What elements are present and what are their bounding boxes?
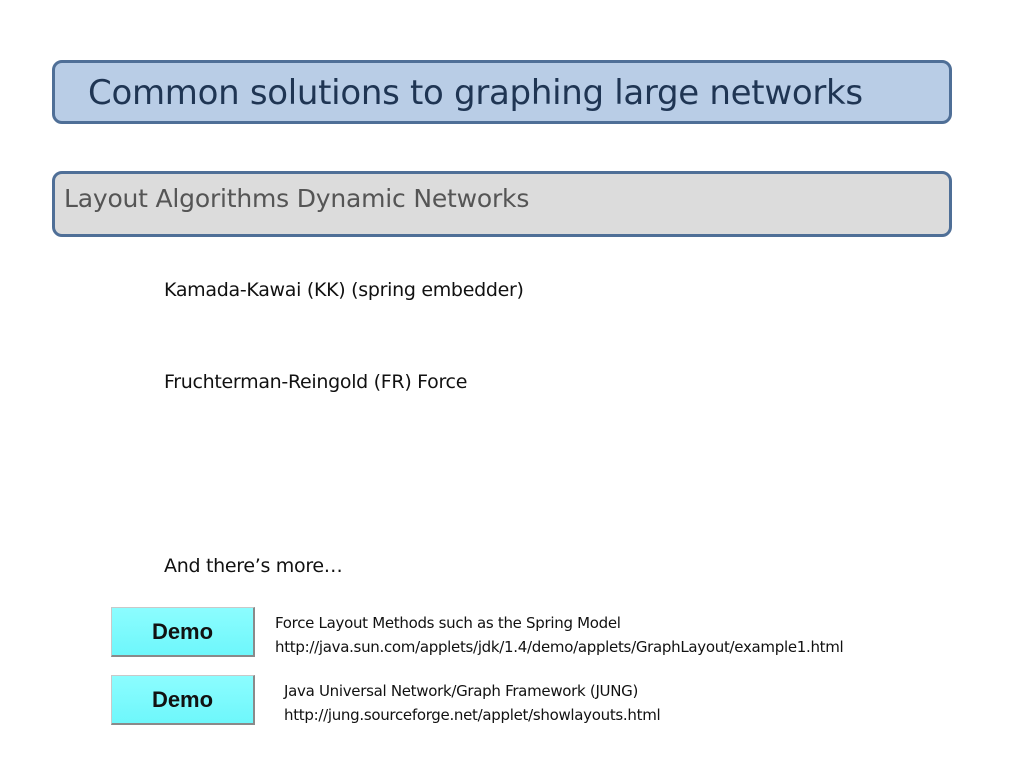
slide: Common solutions to graphing large netwo… xyxy=(0,0,1024,768)
bullet-more: And there’s more… xyxy=(164,555,343,577)
title-box: Common solutions to graphing large netwo… xyxy=(52,60,952,124)
slide-title: Common solutions to graphing large netwo… xyxy=(88,73,863,113)
demo-description-text: Java Universal Network/Graph Framework (… xyxy=(284,682,639,700)
demo-description-jung: Java Universal Network/Graph Framework (… xyxy=(284,679,661,727)
bullet-kamada-kawai: Kamada-Kawai (KK) (spring embedder) xyxy=(164,279,524,301)
slide-subtitle: Layout Algorithms Dynamic Networks xyxy=(64,184,530,213)
subtitle-box: Layout Algorithms Dynamic Networks xyxy=(52,171,952,237)
bullet-fruchterman-reingold: Fruchterman-Reingold (FR) Force xyxy=(164,371,468,393)
demo-url-link[interactable]: http://java.sun.com/applets/jdk/1.4/demo… xyxy=(275,635,844,659)
demo-button-force-layout[interactable]: Demo xyxy=(111,607,255,657)
demo-button-jung[interactable]: Demo xyxy=(111,675,255,725)
demo-description-text: Force Layout Methods such as the Spring … xyxy=(275,614,621,632)
demo-description-force-layout: Force Layout Methods such as the Spring … xyxy=(275,611,844,659)
demo-url-link[interactable]: http://jung.sourceforge.net/applet/showl… xyxy=(284,703,661,727)
